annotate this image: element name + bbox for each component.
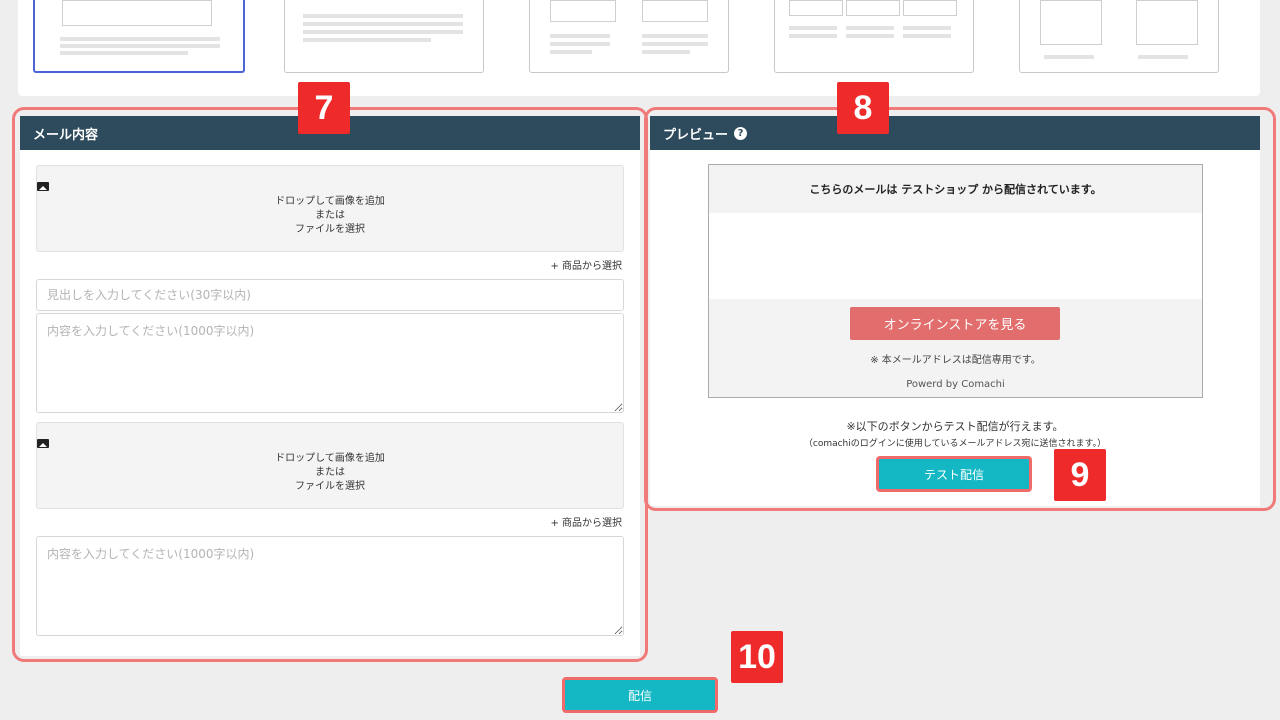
- select-from-products-link-2[interactable]: + 商品から選択: [550, 514, 622, 529]
- help-icon[interactable]: ?: [734, 126, 748, 140]
- annotation-marker-8: 8: [837, 82, 889, 134]
- preview-panel: プレビュー ? こちらのメールは テストショップ から配信されています。 オンラ…: [650, 116, 1260, 506]
- content-textarea-2[interactable]: [36, 536, 624, 636]
- image-icon: [37, 182, 49, 191]
- preview-sender-text: こちらのメールは テストショップ から配信されています。: [709, 165, 1202, 213]
- powered-by: Powerd by Comachi: [906, 379, 1005, 390]
- preview-footer: オンラインストアを見る ※ 本メールアドレスは配信専用です。 Powerd by…: [709, 299, 1202, 397]
- dropzone-select-file[interactable]: ファイルを選択: [37, 480, 623, 494]
- annotation-marker-9: 9: [1054, 449, 1106, 501]
- mail-content-panel: メール内容 ドロップして画像を追加 または ファイルを選択 + 商品から選択 ド…: [20, 116, 640, 656]
- headline-input[interactable]: [36, 279, 624, 311]
- select-from-products-link-1[interactable]: + 商品から選択: [550, 257, 622, 272]
- dropzone-text-1: ドロップして画像を追加: [275, 196, 385, 207]
- template-strip: [18, 0, 1260, 96]
- template-option-2[interactable]: [284, 0, 484, 73]
- image-icon: [37, 439, 49, 448]
- preview-header: プレビュー ?: [650, 116, 1260, 150]
- preview-note: ※ 本メールアドレスは配信専用です。: [870, 355, 1041, 366]
- send-button[interactable]: 配信: [562, 677, 718, 713]
- template-option-5[interactable]: [1019, 0, 1219, 73]
- content-textarea-1[interactable]: [36, 313, 624, 413]
- test-send-subnote: （comachiのログインに使用しているメールアドレス宛に送信されます。）: [803, 439, 1107, 449]
- test-send-button[interactable]: テスト配信: [876, 456, 1032, 492]
- mail-content-title: メール内容: [33, 127, 99, 143]
- image-dropzone-2[interactable]: ドロップして画像を追加 または ファイルを選択: [36, 422, 624, 509]
- dropzone-select-file[interactable]: ファイルを選択: [37, 223, 623, 237]
- preview-title: プレビュー: [663, 127, 729, 143]
- template-option-3[interactable]: [529, 0, 729, 73]
- image-dropzone-1[interactable]: ドロップして画像を追加 または ファイルを選択: [36, 165, 624, 252]
- template-option-1[interactable]: [33, 0, 245, 73]
- preview-body: [709, 213, 1202, 299]
- dropzone-text-2: または: [315, 210, 345, 221]
- test-send-note: ※以下のボタンからテスト配信が行えます。: [846, 420, 1064, 433]
- email-preview: こちらのメールは テストショップ から配信されています。 オンラインストアを見る…: [708, 164, 1203, 398]
- dropzone-text-2: または: [315, 467, 345, 478]
- annotation-marker-10: 10: [731, 631, 783, 683]
- online-store-button[interactable]: オンラインストアを見る: [850, 307, 1060, 340]
- annotation-marker-7: 7: [298, 82, 350, 134]
- template-option-4[interactable]: [774, 0, 974, 73]
- dropzone-text-1: ドロップして画像を追加: [275, 453, 385, 464]
